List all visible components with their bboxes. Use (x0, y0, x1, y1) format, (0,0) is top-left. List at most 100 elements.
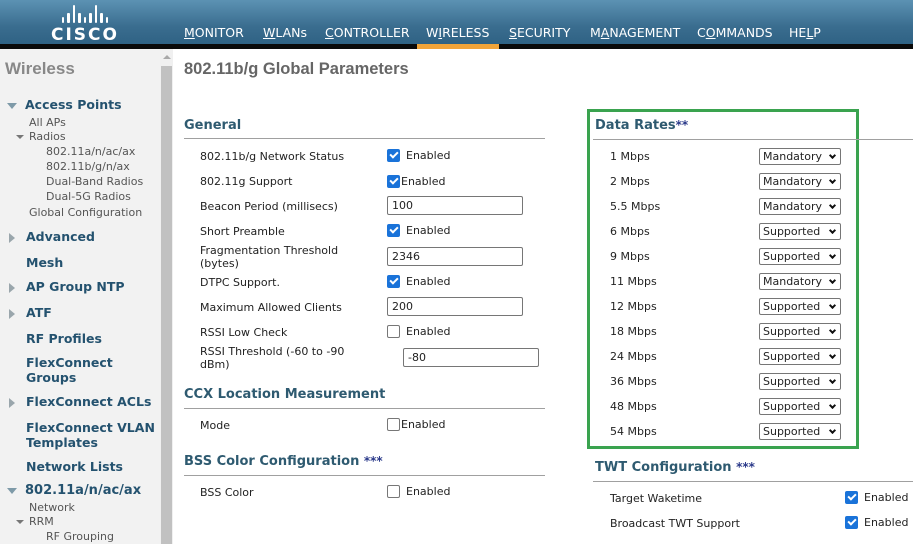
cisco-logo-bars-icon (50, 3, 120, 23)
sidebar-item-label: Templates (26, 435, 98, 450)
sidebar-item-mesh[interactable]: Mesh (26, 255, 63, 270)
label-line: dBm) (200, 358, 230, 371)
sidebar-item-network[interactable]: Network (29, 501, 75, 514)
sidebar-item-label: FlexConnect ACLs (26, 394, 152, 409)
data-rate-selected-value: Supported (763, 300, 821, 313)
section-divider (184, 138, 545, 139)
cisco-logo: CISCO (50, 3, 120, 45)
beacon-period-label: Beacon Period (millisecs) (200, 200, 338, 213)
network-status-checkbox[interactable]: Enabled (387, 149, 450, 162)
sidebar-scrollbar[interactable] (160, 49, 173, 544)
checkbox-checked-icon[interactable] (387, 275, 400, 288)
sidebar-item-label: FlexConnect (26, 355, 113, 370)
dtpc-checkbox[interactable]: Enabled (387, 275, 450, 288)
section-title-data-rates: Data Rates** (595, 118, 688, 133)
sidebar-item-atf[interactable]: ATF (9, 305, 52, 320)
bss-color-checkbox[interactable]: Enabled (387, 485, 450, 498)
data-rate-selected-value: Supported (763, 225, 821, 238)
sidebar-item-access-points[interactable]: Access Points (7, 97, 122, 112)
sidebar-item-dual-5g[interactable]: Dual-5G Radios (46, 190, 131, 203)
checkbox-checked-icon[interactable] (387, 175, 400, 188)
collapsed-triangle-icon (9, 232, 15, 243)
sidebar-item-all-aps[interactable]: All APs (29, 116, 66, 129)
data-rate-select[interactable]: Mandatory (759, 273, 841, 290)
nav-label-part: HE (789, 25, 807, 40)
short-preamble-checkbox[interactable]: Enabled (387, 224, 450, 237)
nav-controller[interactable]: CONTROLLER (325, 25, 410, 40)
expanded-triangle-icon (16, 520, 24, 524)
sidebar-item-advanced[interactable]: Advanced (9, 229, 95, 244)
chevron-down-icon (828, 426, 837, 434)
sidebar-item-rf-grouping[interactable]: RF Grouping (46, 530, 114, 543)
chevron-down-icon (828, 326, 837, 334)
data-rate-select[interactable]: Supported (759, 223, 841, 240)
section-title-bss-color: BSS Color Configuration *** (184, 454, 383, 469)
nav-monitor[interactable]: MONITOR (184, 25, 244, 40)
beacon-period-input[interactable] (387, 196, 523, 215)
nav-wlans[interactable]: WLANs (263, 25, 307, 40)
sidebar-item-label: ATF (26, 305, 52, 320)
data-rate-select[interactable]: Supported (759, 248, 841, 265)
sidebar-item-band-a[interactable]: 802.11a/n/ac/ax (7, 483, 141, 498)
data-rate-select[interactable]: Supported (759, 348, 841, 365)
nav-help[interactable]: HELP (789, 25, 821, 40)
data-rate-selected-value: Supported (763, 325, 821, 338)
section-title-ccx: CCX Location Measurement (184, 387, 386, 402)
sidebar-item-flexconnect-acls[interactable]: FlexConnect ACLs (9, 394, 151, 409)
sidebar-item-label: Advanced (26, 229, 95, 244)
max-clients-label: Maximum Allowed Clients (200, 301, 342, 314)
data-rate-select[interactable]: Supported (759, 323, 841, 340)
frag-threshold-label: Fragmentation Threshold (bytes) (200, 244, 338, 270)
nav-label-part: ONTROLLER (333, 25, 410, 40)
data-rate-select[interactable]: Supported (759, 423, 841, 440)
sidebar-title: Wireless (5, 59, 75, 78)
checkbox-unchecked-icon[interactable] (387, 325, 400, 338)
ccx-mode-checkbox[interactable]: Enabled (387, 418, 445, 431)
data-rate-selected-value: Supported (763, 400, 821, 413)
rssi-low-check-checkbox[interactable]: Enabled (387, 325, 450, 338)
sidebar-item-radio-a[interactable]: 802.11a/n/ac/ax (46, 145, 135, 158)
chevron-down-icon (828, 276, 837, 284)
sidebar-item-radios[interactable]: Radios (16, 130, 66, 143)
checkbox-checked-icon[interactable] (845, 491, 858, 504)
rssi-threshold-input[interactable] (403, 348, 539, 367)
data-rate-select[interactable]: Mandatory (759, 173, 841, 190)
data-rate-select[interactable]: Mandatory (759, 148, 841, 165)
data-rate-select[interactable]: Supported (759, 298, 841, 315)
target-waketime-checkbox[interactable]: Enabled (845, 491, 908, 504)
sidebar-item-rf-profiles[interactable]: RF Profiles (26, 331, 102, 346)
checkbox-unchecked-icon[interactable] (387, 418, 400, 431)
sidebar-item-ap-group-ntp[interactable]: AP Group NTP (9, 279, 125, 294)
frag-threshold-input[interactable] (387, 247, 523, 266)
data-rate-select[interactable]: Supported (759, 398, 841, 415)
nav-security[interactable]: SECURITY (509, 25, 570, 40)
nav-label-part: MMANDS (715, 25, 773, 40)
sidebar-item-radio-b[interactable]: 802.11b/g/n/ax (46, 160, 130, 173)
section-title-text: BSS Color Configuration (184, 454, 360, 469)
sidebar-item-network-lists[interactable]: Network Lists (26, 459, 123, 474)
sidebar-item-dual-band[interactable]: Dual-Band Radios (46, 175, 143, 188)
nav-wireless[interactable]: WIRELESS (426, 25, 489, 40)
scrollbar-thumb[interactable] (161, 66, 172, 544)
nav-commands[interactable]: COMMANDS (697, 25, 773, 40)
nav-management[interactable]: MANAGEMENT (590, 25, 680, 40)
nav-accesskey: M (184, 25, 195, 40)
max-clients-input[interactable] (387, 297, 523, 316)
g-support-checkbox[interactable]: Enabled (387, 175, 445, 188)
checkbox-checked-icon[interactable] (387, 149, 400, 162)
sidebar-item-flexconnect-groups[interactable]: FlexConnect Groups (26, 355, 113, 385)
data-rate-select[interactable]: Supported (759, 373, 841, 390)
scroll-up-arrow-icon[interactable] (163, 55, 171, 59)
collapsed-triangle-icon (9, 308, 15, 319)
sidebar-item-global-config[interactable]: Global Configuration (29, 206, 142, 219)
sidebar-item-flexconnect-vlan-templates[interactable]: FlexConnect VLAN Templates (26, 420, 155, 450)
sidebar-item-label: Radios (29, 130, 66, 143)
broadcast-twt-checkbox[interactable]: Enabled (845, 516, 908, 529)
checkbox-unchecked-icon[interactable] (387, 485, 400, 498)
sidebar-item-rrm[interactable]: RRM (16, 515, 54, 528)
checkbox-checked-icon[interactable] (387, 224, 400, 237)
data-rate-select[interactable]: Mandatory (759, 198, 841, 215)
data-rate-selected-value: Supported (763, 425, 821, 438)
nav-label-part: W (426, 25, 439, 40)
checkbox-checked-icon[interactable] (845, 516, 858, 529)
